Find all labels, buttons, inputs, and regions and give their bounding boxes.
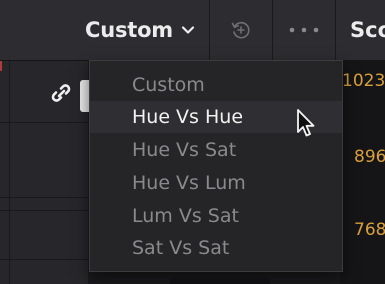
more-options-button[interactable] [273, 0, 336, 60]
curve-control-panel [0, 61, 88, 284]
tab-scopes[interactable]: Sco [336, 0, 385, 60]
toolbar: Custom Sco [0, 0, 385, 61]
curve-mode-menu: Custom Hue Vs Hue Hue Vs Sat Hue Vs Lum … [89, 60, 343, 272]
scope-panel: 1023 896 768 [340, 61, 385, 284]
panel-divider-vertical [9, 61, 10, 284]
mouse-cursor-icon [297, 109, 315, 137]
chevron-down-icon [181, 26, 195, 34]
menu-item-custom[interactable]: Custom [90, 69, 342, 101]
menu-item-hue-vs-lum[interactable]: Hue Vs Lum [90, 167, 342, 199]
panel-divider [0, 210, 88, 211]
menu-item-lum-vs-sat[interactable]: Lum Vs Sat [90, 200, 342, 232]
panel-divider [0, 197, 88, 198]
scope-value-label: 768 [354, 220, 385, 240]
scope-value-label: 896 [354, 147, 385, 167]
reset-icon [231, 21, 250, 39]
panel-divider [0, 259, 88, 260]
panel-edge [170, 278, 270, 284]
reset-button[interactable] [210, 0, 273, 60]
curve-mode-dropdown[interactable]: Custom [0, 0, 210, 60]
red-marker [0, 61, 2, 71]
more-options-icon [289, 27, 319, 33]
scope-value-label: 1023 [342, 71, 385, 91]
link-icon[interactable] [50, 82, 72, 104]
menu-item-sat-vs-sat[interactable]: Sat Vs Sat [90, 232, 342, 264]
curve-mode-label: Custom [84, 18, 173, 42]
panel-divider [0, 122, 88, 123]
